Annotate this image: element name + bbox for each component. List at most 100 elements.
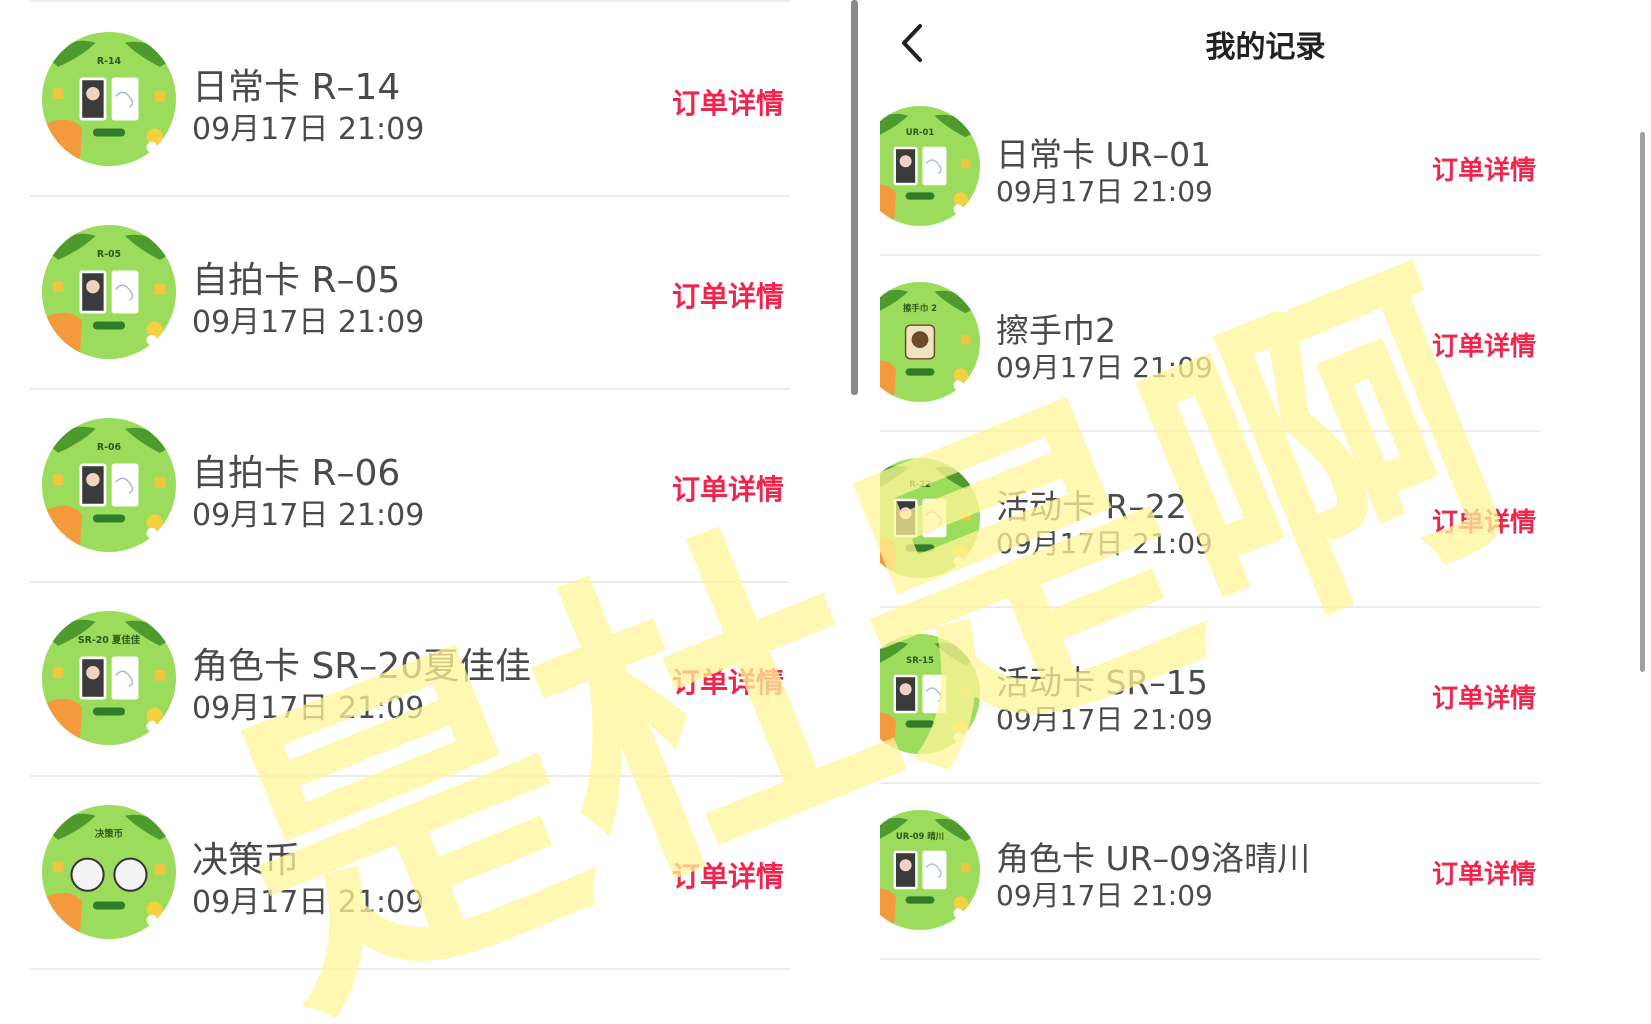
item-time: 09月17日 21:09 — [192, 885, 425, 920]
order-detail-link[interactable]: 订单详情 — [672, 661, 784, 701]
tag-icon — [960, 862, 971, 873]
card-illustration-icon: 决策币 — [42, 805, 176, 939]
page-title: 我的记录 — [1205, 30, 1326, 65]
list-item[interactable]: SR-15 活动卡 SR–15 09月17日 21:09 订单详情 — [880, 606, 1651, 782]
card-back-icon — [111, 270, 139, 314]
product-thumbnail-icon: UR-01 — [880, 106, 980, 226]
tag-icon — [154, 283, 166, 295]
bee-icon — [146, 901, 163, 918]
card-illustration-icon: 擦手巾 2 — [880, 282, 980, 402]
product-thumbnail-icon: UR-09 晴川 — [880, 810, 980, 930]
face-icon — [899, 155, 912, 168]
product-thumbnail-icon: SR-20 夏佳佳 — [42, 611, 176, 745]
tag-icon — [960, 334, 971, 345]
item-title: 擦手巾2 — [996, 311, 1116, 350]
order-detail-link[interactable]: 订单详情 — [1432, 502, 1536, 539]
list-item[interactable]: R-06 自拍卡 R–06 09月17日 21:09 订单详情 — [0, 388, 855, 582]
flower-icon — [146, 527, 158, 539]
fox-icon — [880, 712, 896, 754]
list-item[interactable]: UR-01 日常卡 UR–01 09月17日 21:09 订单详情 — [880, 82, 1651, 254]
badge-label: SR-20 夏佳佳 — [78, 634, 141, 646]
tag-icon — [154, 90, 166, 102]
tag-icon — [960, 510, 971, 521]
card-back-icon — [922, 674, 947, 714]
coin-icon — [70, 857, 105, 892]
card-back-icon — [922, 498, 947, 538]
button-label-icon — [92, 901, 126, 910]
left-scrollbar[interactable] — [851, 0, 858, 395]
product-thumbnail-icon: R-05 — [42, 225, 176, 359]
item-time: 09月17日 21:09 — [192, 112, 425, 147]
bee-icon — [953, 720, 968, 735]
item-title: 决策币 — [192, 840, 301, 881]
button-label-icon — [92, 128, 126, 137]
flower-icon — [953, 732, 964, 742]
card-back-icon — [922, 850, 947, 890]
card-illustration-icon: SR-20 夏佳佳 — [42, 611, 176, 745]
item-title: 活动卡 R–22 — [996, 487, 1187, 526]
my-records-screen: 我的记录 UR-01 日常卡 UR–01 09月17日 21:09 订单详情 擦… — [880, 0, 1651, 1024]
item-time: 09月17日 21:09 — [192, 305, 425, 340]
tag-icon — [154, 476, 166, 488]
list-item[interactable]: R-22 活动卡 R–22 09月17日 21:09 订单详情 — [880, 430, 1651, 606]
flower-icon — [953, 556, 964, 566]
bee-icon — [953, 192, 968, 207]
fox-icon — [880, 536, 896, 578]
item-time: 09月17日 21:09 — [996, 879, 1213, 912]
badge-label: 决策币 — [95, 828, 123, 840]
button-label-icon — [905, 368, 935, 376]
order-detail-link[interactable]: 订单详情 — [1432, 854, 1536, 891]
product-thumbnail-icon: 擦手巾 2 — [880, 282, 980, 402]
badge-label: SR-15 — [906, 655, 934, 665]
item-time: 09月17日 21:09 — [996, 527, 1213, 560]
card-illustration-icon: R-14 — [42, 32, 176, 166]
badge-label: 擦手巾 2 — [903, 303, 937, 313]
fox-icon — [42, 312, 83, 359]
card-back-icon — [111, 656, 139, 700]
item-title: 日常卡 UR–01 — [996, 135, 1212, 174]
order-detail-link[interactable]: 订单详情 — [1432, 326, 1536, 363]
flower-icon — [953, 380, 964, 390]
order-detail-link[interactable]: 订单详情 — [1432, 150, 1536, 187]
list-item[interactable]: UR-09 晴川 角色卡 UR–09洛晴川 09月17日 21:09 订单详情 — [880, 782, 1651, 958]
fox-icon — [42, 892, 83, 939]
tag-icon — [52, 861, 64, 872]
list-item[interactable]: SR-20 夏佳佳 角色卡 SR–20夏佳佳 09月17日 21:09 订单详情 — [0, 581, 855, 775]
badge-label: UR-01 — [906, 127, 935, 137]
flower-icon — [146, 914, 158, 926]
tag-icon — [52, 281, 64, 292]
order-detail-link[interactable]: 订单详情 — [672, 275, 784, 315]
flower-icon — [146, 720, 158, 732]
list-item[interactable]: 擦手巾 2 擦手巾2 09月17日 21:09 订单详情 — [880, 254, 1651, 430]
bee-icon — [953, 544, 968, 559]
right-scrollbar[interactable] — [1640, 132, 1645, 672]
face-icon — [86, 86, 100, 101]
order-detail-link[interactable]: 订单详情 — [672, 468, 784, 508]
order-detail-link[interactable]: 订单详情 — [672, 82, 784, 122]
coin-icon — [113, 857, 148, 892]
tag-icon — [960, 158, 971, 169]
bee-icon — [146, 128, 163, 145]
list-item[interactable]: R-05 自拍卡 R–05 09月17日 21:09 订单详情 — [0, 195, 855, 389]
item-time: 09月17日 21:09 — [192, 691, 425, 726]
item-title: 自拍卡 R–06 — [192, 453, 401, 494]
tag-icon — [52, 667, 64, 678]
badge-label: R-06 — [97, 442, 122, 453]
fox-icon — [42, 505, 83, 552]
list-divider — [880, 958, 1540, 960]
order-detail-link[interactable]: 订单详情 — [672, 855, 784, 895]
item-time: 09月17日 21:09 — [996, 175, 1213, 208]
flower-icon — [146, 334, 158, 346]
product-thumbnail-icon: 决策币 — [42, 805, 176, 939]
item-title: 活动卡 SR–15 — [996, 663, 1208, 702]
list-item[interactable]: 决策币 决策币 09月17日 21:09 订单详情 — [0, 775, 855, 969]
list-divider — [30, 968, 790, 970]
item-title: 自拍卡 R–05 — [192, 260, 401, 301]
card-illustration-icon: R-06 — [42, 418, 176, 552]
tag-icon — [960, 686, 971, 697]
item-time: 09月17日 21:09 — [192, 498, 425, 533]
order-detail-link[interactable]: 订单详情 — [1432, 678, 1536, 715]
list-item[interactable]: R-14 日常卡 R–14 09月17日 21:09 订单详情 — [0, 0, 855, 196]
tag-icon — [52, 88, 64, 99]
item-title: 日常卡 R–14 — [192, 67, 401, 108]
